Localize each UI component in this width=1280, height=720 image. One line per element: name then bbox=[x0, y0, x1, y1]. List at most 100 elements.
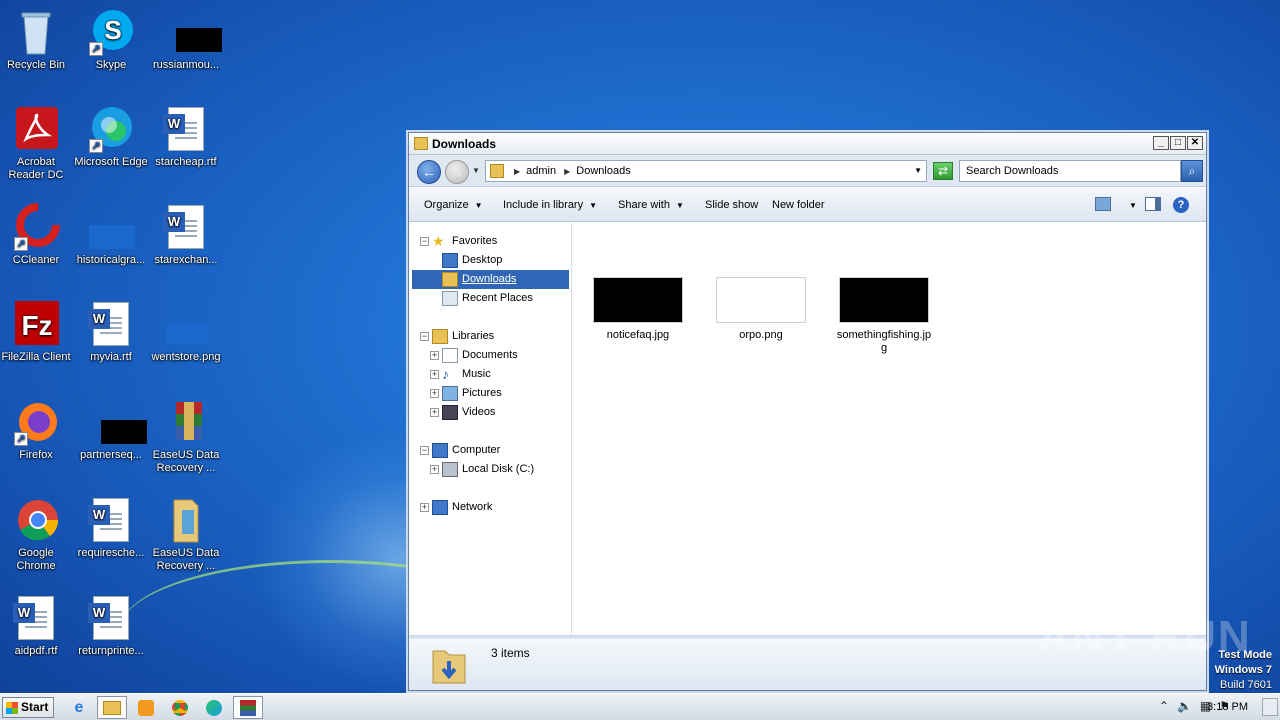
file-item[interactable]: somethingfishing.jpg bbox=[834, 277, 934, 355]
help-icon[interactable]: ? bbox=[1173, 197, 1189, 213]
taskbar-ie[interactable]: e bbox=[64, 696, 94, 719]
address-bar-row: ← → ▼ ▶ admin ▶ Downloads ▼ ⇄ Search Downlo… bbox=[409, 155, 1206, 187]
downloads-folder-icon bbox=[431, 645, 467, 685]
title-bar[interactable]: Downloads _ □ ✕ bbox=[409, 133, 1206, 155]
change-view-icon[interactable] bbox=[1095, 197, 1111, 211]
recycle-bin-icon bbox=[12, 8, 60, 56]
taskbar-edge[interactable] bbox=[199, 696, 229, 719]
tree-computer[interactable]: − Computer bbox=[412, 441, 569, 460]
maximize-button[interactable]: □ bbox=[1170, 136, 1186, 150]
desktop-icon-chrome[interactable]: Google Chrome bbox=[0, 496, 74, 573]
desktop-icon-acrobat[interactable]: Acrobat Reader DC bbox=[0, 105, 74, 182]
desktop-icon-starexchan[interactable]: W starexchan... bbox=[148, 203, 224, 267]
recent-pages-dropdown[interactable]: ▼ bbox=[472, 166, 480, 175]
collapse-icon[interactable]: − bbox=[420, 332, 429, 341]
organize-button[interactable]: Organize ▼ bbox=[424, 199, 483, 211]
collapse-icon[interactable]: − bbox=[420, 446, 429, 455]
desktop-icon-label: Recycle Bin bbox=[6, 59, 66, 71]
clock[interactable]: 3:18 PM bbox=[1207, 701, 1248, 713]
start-label: Start bbox=[21, 700, 49, 714]
desktop-icon-historicalgra[interactable]: historicalgra... bbox=[73, 203, 149, 267]
preview-pane-icon[interactable] bbox=[1145, 197, 1161, 211]
file-name: somethingfishing.jpg bbox=[836, 329, 932, 354]
word-doc-icon: W bbox=[162, 203, 210, 251]
desktop-icon-russianmou[interactable]: russianmou... bbox=[148, 8, 224, 72]
volume-icon[interactable]: 🔈 bbox=[1177, 699, 1192, 713]
taskbar-media-player[interactable] bbox=[131, 696, 161, 719]
chevron-down-icon: ▼ bbox=[1129, 201, 1137, 210]
tree-network[interactable]: + Network bbox=[412, 498, 569, 517]
expand-icon[interactable]: + bbox=[430, 351, 439, 360]
collapse-icon[interactable]: − bbox=[420, 237, 429, 246]
desktop-icon-label: russianmou... bbox=[152, 59, 220, 71]
desktop-icon-edge[interactable]: ↗ Microsoft Edge bbox=[73, 105, 149, 169]
expand-icon[interactable]: + bbox=[430, 370, 439, 379]
breadcrumb-admin[interactable]: admin bbox=[526, 165, 556, 177]
tree-downloads[interactable]: Downloads bbox=[412, 270, 569, 289]
forward-button[interactable]: → bbox=[445, 160, 469, 184]
taskbar-explorer[interactable] bbox=[97, 696, 127, 719]
tree-libraries[interactable]: − Libraries bbox=[412, 327, 569, 346]
slide-show-button[interactable]: Slide show bbox=[705, 199, 758, 211]
show-hidden-icons-icon[interactable]: ⌃ bbox=[1159, 699, 1169, 713]
tree-pictures[interactable]: + Pictures bbox=[412, 384, 569, 403]
desktop-icon-easeus-folder[interactable]: EaseUS Data Recovery ... bbox=[148, 496, 224, 573]
breadcrumb-downloads[interactable]: Downloads bbox=[576, 165, 630, 177]
desktop-icon-easeus-winrar[interactable]: EaseUS Data Recovery ... bbox=[148, 398, 224, 475]
include-in-library-button[interactable]: Include in library ▼ bbox=[503, 199, 597, 211]
file-item[interactable]: orpo.png bbox=[711, 277, 811, 342]
tree-music[interactable]: + ♪ Music bbox=[412, 365, 569, 384]
view-options-dropdown[interactable]: ▼ bbox=[1123, 199, 1137, 211]
expand-icon[interactable]: + bbox=[420, 503, 429, 512]
expand-icon[interactable]: + bbox=[430, 408, 439, 417]
search-input[interactable]: Search Downloads bbox=[959, 160, 1181, 182]
close-button[interactable]: ✕ bbox=[1187, 136, 1203, 150]
file-name: noticefaq.jpg bbox=[606, 329, 670, 341]
desktop-icon-starcheap[interactable]: W starcheap.rtf bbox=[148, 105, 224, 169]
tree-favorites[interactable]: − ★ Favorites bbox=[412, 232, 569, 251]
new-folder-button[interactable]: New folder bbox=[772, 199, 825, 211]
tree-label: Videos bbox=[462, 406, 496, 418]
recent-places-icon bbox=[442, 291, 458, 306]
tree-documents[interactable]: + Documents bbox=[412, 346, 569, 365]
expand-icon[interactable]: + bbox=[430, 465, 439, 474]
desktop-icon-filezilla[interactable]: Fz FileZilla Client bbox=[0, 300, 74, 364]
desktop-icon-recycle-bin[interactable]: Recycle Bin bbox=[0, 8, 74, 72]
desktop-icon-returnprinte[interactable]: W returnprinte... bbox=[73, 594, 149, 658]
address-bar[interactable]: ▶ admin ▶ Downloads ▼ bbox=[485, 160, 927, 182]
chevron-right-icon[interactable]: ▶ bbox=[514, 167, 520, 176]
show-desktop-button[interactable] bbox=[1262, 698, 1278, 716]
desktop-icon-label: Acrobat Reader DC bbox=[8, 156, 64, 181]
desktop-icon-partnerseq[interactable]: partnerseq... bbox=[73, 398, 149, 462]
tree-label: Libraries bbox=[452, 330, 495, 342]
tree-desktop[interactable]: Desktop bbox=[412, 251, 569, 270]
desktop-icon-firefox[interactable]: ↗ Firefox bbox=[0, 398, 74, 462]
chevron-down-icon: ▼ bbox=[474, 201, 483, 210]
tree-label: Desktop bbox=[462, 254, 503, 266]
chevron-right-icon[interactable]: ▶ bbox=[564, 167, 570, 176]
network-icon bbox=[432, 500, 448, 515]
desktop-icon-aidpdf[interactable]: W aidpdf.rtf bbox=[0, 594, 74, 658]
desktop-icon-requiresche[interactable]: W requiresche... bbox=[73, 496, 149, 560]
back-button[interactable]: ← bbox=[417, 160, 441, 184]
file-list: noticefaq.jpg orpo.png somethingfishing.… bbox=[573, 223, 1204, 635]
tree-recent-places[interactable]: Recent Places bbox=[412, 289, 569, 308]
file-item[interactable]: noticefaq.jpg bbox=[588, 277, 688, 342]
expand-icon[interactable]: + bbox=[430, 389, 439, 398]
taskbar-winrar[interactable] bbox=[233, 696, 263, 719]
desktop-icon-ccleaner[interactable]: ↗ CCleaner bbox=[0, 203, 74, 267]
start-button[interactable]: Start bbox=[2, 697, 54, 718]
chevron-down-icon[interactable]: ▼ bbox=[914, 166, 922, 175]
refresh-button[interactable]: ⇄ bbox=[933, 162, 953, 180]
share-with-button[interactable]: Share with ▼ bbox=[618, 199, 684, 211]
explorer-window: Downloads _ □ ✕ ← → ▼ ▶ admin ▶ Downloads ▼… bbox=[408, 132, 1207, 691]
desktop-icon-skype[interactable]: S ↗ Skype bbox=[73, 8, 149, 72]
search-button[interactable]: ⌕ bbox=[1181, 160, 1203, 182]
tree-videos[interactable]: + Videos bbox=[412, 403, 569, 422]
minimize-button[interactable]: _ bbox=[1153, 136, 1169, 150]
desktop-icon-myvia[interactable]: W myvia.rtf bbox=[73, 300, 149, 364]
taskbar-chrome[interactable] bbox=[165, 696, 195, 719]
desktop-icon-wentstore[interactable]: wentstore.png bbox=[148, 300, 224, 364]
tree-local-disk[interactable]: + Local Disk (C:) bbox=[412, 460, 569, 479]
music-icon: ♪ bbox=[442, 366, 449, 382]
